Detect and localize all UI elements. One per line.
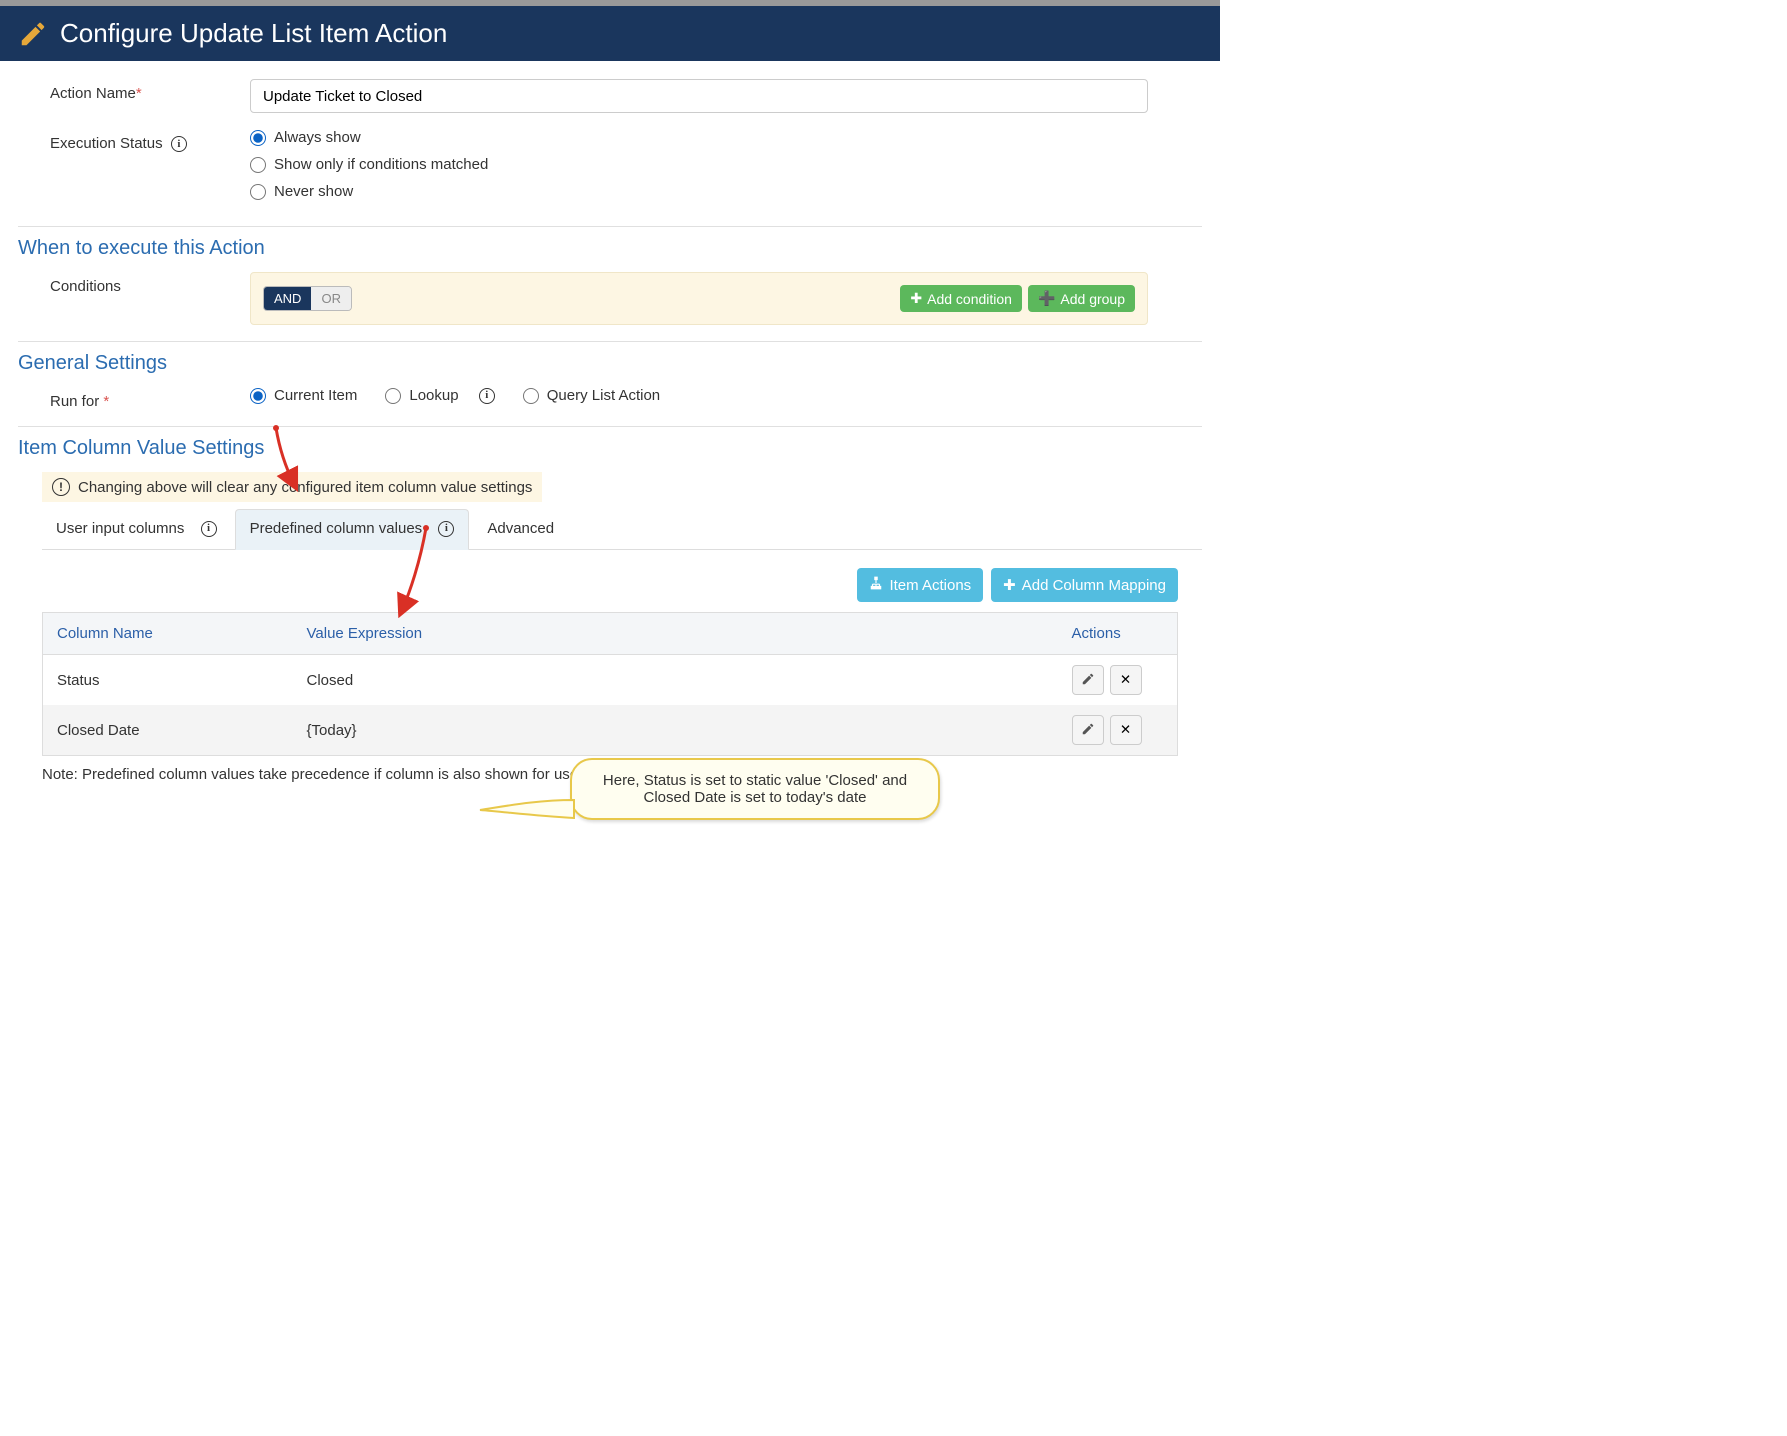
close-icon: ✕ (1120, 672, 1131, 688)
execution-status-label: Execution Status i (18, 129, 250, 152)
delete-row-button[interactable]: ✕ (1110, 715, 1142, 745)
th-actions: Actions (1058, 613, 1178, 655)
divider (18, 426, 1202, 427)
page-header: Configure Update List Item Action (0, 6, 1220, 61)
tab-predefined-column-values[interactable]: Predefined column values i (235, 509, 470, 550)
th-value-expression[interactable]: Value Expression (293, 613, 1058, 655)
table-row: Status Closed ✕ (43, 655, 1178, 706)
info-icon[interactable]: i (171, 136, 187, 152)
divider (18, 341, 1202, 342)
table-row: Closed Date {Today} ✕ (43, 705, 1178, 756)
and-button[interactable]: AND (264, 287, 311, 310)
cell-value-expression: {Today} (293, 705, 1058, 756)
column-settings-tabs: User input columns i Predefined column v… (42, 508, 1202, 550)
add-condition-button[interactable]: ✚ Add condition (900, 285, 1022, 312)
edit-row-button[interactable] (1072, 715, 1104, 745)
sitemap-icon (869, 576, 883, 594)
info-icon[interactable]: i (201, 521, 217, 537)
and-or-toggle[interactable]: AND OR (263, 286, 352, 311)
radio-always-show[interactable]: Always show (250, 129, 1202, 146)
pencil-icon (1081, 722, 1095, 739)
page-title: Configure Update List Item Action (60, 18, 447, 49)
info-icon[interactable]: i (479, 388, 495, 404)
conditions-label: Conditions (18, 272, 250, 295)
tab-advanced[interactable]: Advanced (473, 509, 568, 550)
action-name-label: Action Name* (18, 79, 250, 102)
warning-bar: ! Changing above will clear any configur… (42, 472, 542, 502)
delete-row-button[interactable]: ✕ (1110, 665, 1142, 695)
divider (18, 226, 1202, 227)
cell-column-name: Status (43, 655, 293, 706)
close-icon: ✕ (1120, 722, 1131, 738)
radio-query-list-action[interactable]: Query List Action (523, 387, 660, 404)
conditions-bar: AND OR ✚ Add condition ➕ Add group (250, 272, 1148, 325)
annotation-callout-tail (476, 796, 576, 826)
radio-show-if-conditions[interactable]: Show only if conditions matched (250, 156, 1202, 173)
edit-row-button[interactable] (1072, 665, 1104, 695)
radio-never-show[interactable]: Never show (250, 183, 1202, 200)
cell-column-name: Closed Date (43, 705, 293, 756)
plus-circle-icon: ➕ (1038, 290, 1055, 307)
radio-lookup[interactable]: Lookup i (385, 387, 494, 404)
item-actions-button[interactable]: Item Actions (857, 568, 983, 602)
pencil-icon (18, 19, 48, 49)
or-button[interactable]: OR (311, 287, 351, 310)
plus-icon: ✚ (1003, 576, 1016, 594)
plus-icon: ✚ (910, 290, 922, 307)
section-item-column-settings: Item Column Value Settings (18, 437, 1202, 460)
add-group-button[interactable]: ➕ Add group (1028, 285, 1135, 312)
action-name-input[interactable] (250, 79, 1148, 113)
exclamation-icon: ! (52, 478, 70, 496)
th-column-name[interactable]: Column Name (43, 613, 293, 655)
column-mapping-table: Column Name Value Expression Actions Sta… (42, 612, 1178, 756)
tab-user-input-columns[interactable]: User input columns i (42, 509, 231, 550)
cell-value-expression: Closed (293, 655, 1058, 706)
annotation-callout: Here, Status is set to static value 'Clo… (570, 758, 940, 820)
section-when-to-execute: When to execute this Action (18, 237, 1202, 260)
pencil-icon (1081, 672, 1095, 689)
section-general-settings: General Settings (18, 352, 1202, 375)
add-column-mapping-button[interactable]: ✚ Add Column Mapping (991, 568, 1178, 602)
info-icon[interactable]: i (438, 521, 454, 537)
radio-current-item[interactable]: Current Item (250, 387, 357, 404)
run-for-label: Run for * (18, 387, 250, 410)
